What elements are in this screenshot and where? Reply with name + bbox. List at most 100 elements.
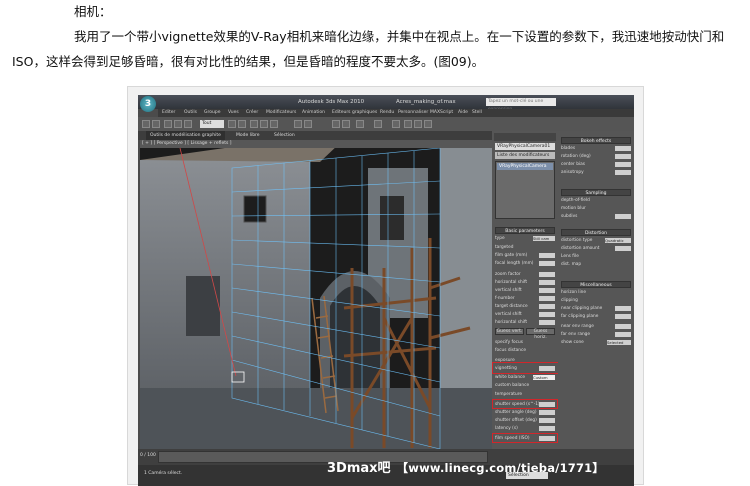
param-distortion-amount[interactable]: distortion amount — [561, 245, 631, 252]
param-target-distance[interactable]: target distance — [495, 303, 555, 310]
select-icon[interactable] — [228, 120, 236, 128]
param-vertical-tilt-value[interactable] — [539, 312, 555, 317]
param-vertical-shift[interactable]: vertical shift — [495, 287, 555, 294]
param-motion-blur[interactable]: motion blur — [561, 205, 631, 212]
param-distortion-type[interactable]: distortion type Quadratic — [561, 237, 631, 244]
unlink-icon[interactable] — [174, 120, 182, 128]
distortion-rollout[interactable]: Distortion — [561, 229, 631, 236]
param-rotation[interactable]: rotation (deg) — [561, 153, 631, 160]
link-icon[interactable] — [164, 120, 172, 128]
param-horizontal-shift[interactable]: horizontal shift — [495, 279, 555, 286]
param-temperature[interactable]: temperature — [495, 391, 555, 398]
basic-parameters-rollout[interactable]: Basic parameters — [495, 227, 555, 234]
param-specify-focus[interactable]: specify focus — [495, 339, 555, 346]
param-horizon-line[interactable]: horizon line — [561, 289, 631, 296]
param-anisotropy[interactable]: anisotropy — [561, 169, 631, 176]
param-lens-file[interactable]: Lens file — [561, 253, 631, 260]
param-far-clip[interactable]: far clipping plane — [561, 313, 631, 320]
param-shutter-offset-value[interactable] — [539, 418, 555, 423]
menu-help[interactable]: Aide — [458, 109, 468, 117]
angle-snap-icon[interactable] — [304, 120, 312, 128]
modifier-name-field[interactable]: VRayPhysicalCamera01 — [495, 143, 555, 150]
param-anisotropy-value[interactable] — [615, 170, 631, 175]
param-shutter-angle-value[interactable] — [539, 410, 555, 415]
param-near-env-value[interactable] — [615, 324, 631, 329]
white-balance-dropdown[interactable]: Custom — [533, 375, 555, 380]
menu-edit[interactable]: Editer — [162, 109, 175, 117]
param-center-bias[interactable]: center bias — [561, 161, 631, 168]
mirror-icon[interactable] — [332, 120, 340, 128]
param-focus-distance[interactable]: focus distance — [495, 347, 555, 354]
param-horizontal-tilt-value[interactable] — [539, 320, 555, 325]
param-far-env-value[interactable] — [615, 332, 631, 337]
param-target-distance-value[interactable] — [539, 304, 555, 309]
param-zoom-factor[interactable]: zoom factor — [495, 271, 555, 278]
guess-vert-button[interactable]: Guess vert. — [495, 328, 524, 335]
render-icon[interactable] — [424, 120, 432, 128]
menu-graph-editors[interactable]: Editeurs graphiques — [332, 109, 377, 117]
param-near-clip-value[interactable] — [615, 306, 631, 311]
param-film-gate[interactable]: film gate (mm) — [495, 252, 555, 259]
param-film-gate-value[interactable] — [539, 253, 555, 258]
param-dist-map[interactable]: dist. map — [561, 261, 631, 268]
param-blades[interactable]: blades — [561, 145, 631, 152]
undo-icon[interactable] — [142, 120, 150, 128]
param-far-clip-value[interactable] — [615, 314, 631, 319]
param-shutter-offset[interactable]: shutter offset (deg) — [495, 417, 555, 424]
param-rotation-value[interactable] — [615, 154, 631, 159]
param-shutter-angle[interactable]: shutter angle (deg) — [495, 409, 555, 416]
param-near-clip[interactable]: near clipping plane — [561, 305, 631, 312]
param-subdivs-value[interactable] — [615, 214, 631, 219]
param-dof[interactable]: depth-of-field — [561, 197, 631, 204]
bokeh-effects-rollout[interactable]: Bokeh effects — [561, 137, 631, 144]
type-dropdown[interactable]: Still cam — [533, 236, 555, 241]
snap-icon[interactable] — [294, 120, 302, 128]
param-near-env[interactable]: near env range — [561, 323, 631, 330]
menu-rendering[interactable]: Rendu — [380, 109, 394, 117]
tab-selection[interactable]: Sélection — [274, 131, 295, 140]
modifier-stack[interactable]: VRayPhysicalCamera — [495, 161, 555, 219]
modifier-list-dropdown[interactable]: Liste des modificateurs — [495, 152, 555, 159]
material-editor-icon[interactable] — [392, 120, 400, 128]
menu-group[interactable]: Groupe — [204, 109, 220, 117]
tab-graphite-modeling[interactable]: Outils de modélisation graphite — [146, 131, 225, 140]
param-blades-value[interactable] — [615, 146, 631, 151]
menu-modifiers[interactable]: Modificateurs — [266, 109, 296, 117]
scale-icon[interactable] — [270, 120, 278, 128]
show-cone-dropdown[interactable]: Selected — [607, 340, 631, 345]
param-subdivs[interactable]: subdivs — [561, 213, 631, 220]
param-horizontal-shift-value[interactable] — [539, 280, 555, 285]
viewport-label[interactable]: [ + ] [ Perspective ] [ Lissage + reflet… — [140, 140, 492, 148]
param-vertical-tilt[interactable]: vertical shift — [495, 311, 555, 318]
param-vertical-shift-value[interactable] — [539, 288, 555, 293]
param-f-number-value[interactable] — [539, 296, 555, 301]
sampling-rollout[interactable]: Sampling — [561, 189, 631, 196]
param-f-number[interactable]: f-number — [495, 295, 555, 302]
menu-maxscript[interactable]: MAXScript — [430, 109, 453, 117]
param-clipping[interactable]: clipping — [561, 297, 631, 304]
param-focal-length[interactable]: focal length (mm) — [495, 260, 555, 267]
tab-freeform[interactable]: Mode libre — [236, 131, 260, 140]
param-far-env[interactable]: far env range — [561, 331, 631, 338]
menu-views[interactable]: Vues — [228, 109, 239, 117]
param-targeted[interactable]: targeted — [495, 244, 555, 251]
miscellaneous-rollout[interactable]: Miscellaneous — [561, 281, 631, 288]
rotate-icon[interactable] — [260, 120, 268, 128]
param-type[interactable]: type Still cam — [495, 235, 555, 242]
guess-horiz-button[interactable]: Guess horiz. — [526, 328, 555, 340]
distortion-type-dropdown[interactable]: Quadratic — [605, 238, 631, 243]
param-latency[interactable]: latency (s) — [495, 425, 555, 432]
param-horizontal-tilt[interactable]: horizontal shift — [495, 319, 555, 326]
move-icon[interactable] — [250, 120, 258, 128]
select-by-name-icon[interactable] — [238, 120, 246, 128]
param-distortion-amount-value[interactable] — [615, 246, 631, 251]
layer-icon[interactable] — [356, 120, 364, 128]
menu-tools[interactable]: Outils — [184, 109, 197, 117]
selection-filter-dropdown[interactable]: Tout — [200, 120, 224, 128]
search-input[interactable]: Tapez un mot-clé ou une expression — [486, 98, 556, 112]
param-white-balance[interactable]: white balance Custom — [495, 374, 555, 381]
menu-animation[interactable]: Animation — [302, 109, 325, 117]
param-zoom-factor-value[interactable] — [539, 272, 555, 277]
perspective-viewport[interactable] — [140, 148, 492, 449]
align-icon[interactable] — [342, 120, 350, 128]
